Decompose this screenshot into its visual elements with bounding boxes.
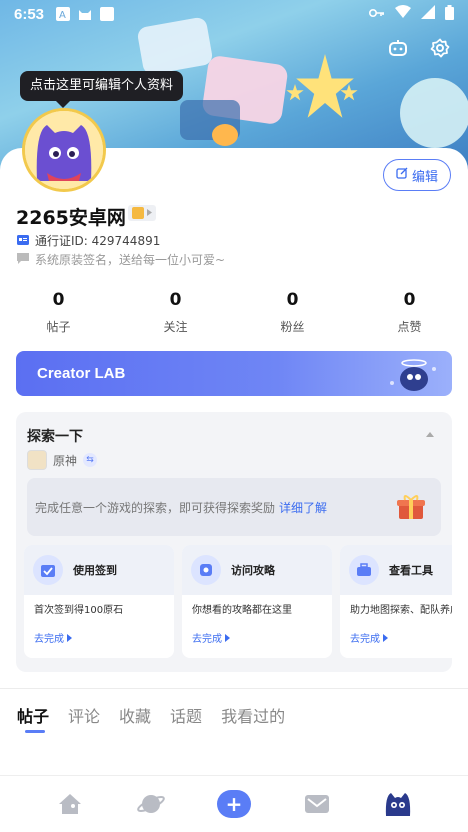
task-card-checkin[interactable]: 使用签到 首次签到得100原石 去完成 (24, 545, 174, 658)
status-time: 6:53 (14, 5, 45, 23)
task-header: 访问攻略 (182, 545, 332, 595)
toolbox-icon (349, 555, 379, 585)
banner-decoration (400, 78, 468, 148)
tab-favorites[interactable]: 收藏 (119, 703, 151, 727)
tab-history[interactable]: 我看过的 (221, 703, 285, 727)
task-header: 查看工具 (340, 545, 452, 595)
task-title: 查看工具 (389, 564, 433, 577)
stat-label: 粉丝 (280, 320, 305, 334)
message-icon[interactable] (302, 789, 332, 819)
task-desc: 你想看的攻略都在这里 (192, 605, 292, 616)
stat-value: 0 (169, 290, 182, 310)
tab-posts[interactable]: 帖子 (17, 703, 49, 733)
top-actions (386, 36, 452, 60)
learn-more-link[interactable]: 详细了解 (279, 499, 327, 516)
edit-button-label: 编辑 (411, 169, 438, 185)
home-icon[interactable] (55, 789, 85, 819)
stat-posts[interactable]: 0 帖子 (0, 290, 117, 335)
stat-label: 帖子 (46, 320, 71, 334)
task-go-link[interactable]: 去完成 (34, 630, 72, 645)
comment-icon (17, 252, 29, 267)
stat-value: 0 (403, 290, 416, 310)
task-desc: 助力地图探索、配队养成 (350, 605, 452, 616)
stats-row: 0 帖子 0 关注 0 粉丝 0 点赞 (0, 290, 468, 335)
font-app-icon: A (56, 7, 71, 21)
game-name: 原神 (53, 453, 78, 468)
hint-text: 完成任意一个游戏的探索，即可获得探索奖励 (35, 500, 276, 515)
stat-label: 关注 (163, 320, 188, 334)
calendar-check-icon (33, 555, 63, 585)
username: 2265安卓网 (16, 207, 126, 229)
task-header: 使用签到 (24, 545, 174, 595)
key-icon (368, 6, 385, 22)
stat-likes[interactable]: 0 点赞 (351, 290, 468, 335)
settings-icon[interactable] (428, 36, 452, 60)
banner-star (286, 84, 304, 101)
cat-app-icon (78, 7, 92, 21)
stat-followers[interactable]: 0 粉丝 (234, 290, 351, 335)
avatar[interactable] (22, 108, 106, 192)
edit-profile-tooltip[interactable]: 点击这里可编辑个人资料 (20, 71, 184, 108)
task-go-link[interactable]: 去完成 (192, 630, 230, 645)
signature: 系统原装签名，送给每一位小可爱~ (35, 253, 226, 267)
banner-star (296, 54, 354, 118)
explore-hint: 完成任意一个游戏的探索，即可获得探索奖励 详细了解 (27, 478, 441, 536)
task-title: 访问攻略 (231, 564, 275, 577)
collapse-icon[interactable] (426, 432, 434, 437)
wifi-icon (395, 5, 411, 23)
stat-label: 点赞 (397, 320, 422, 334)
guide-icon (191, 555, 221, 585)
badge-icon (132, 207, 144, 219)
task-action: 去完成 (192, 634, 222, 645)
robot-icon[interactable] (386, 36, 410, 60)
tab-topics[interactable]: 话题 (170, 703, 202, 727)
stat-following[interactable]: 0 关注 (117, 290, 234, 335)
task-desc: 首次签到得100原石 (34, 605, 124, 616)
mascot-icon (386, 357, 440, 393)
id-card-icon (17, 234, 29, 248)
task-action: 去完成 (350, 634, 380, 645)
gift-icon (397, 494, 425, 520)
divider (0, 688, 468, 689)
pass-id-row: 通行证ID: 429744891 (17, 232, 160, 249)
creator-lab-banner[interactable]: Creator LAB (16, 351, 452, 396)
edit-icon (396, 167, 408, 183)
plus-icon[interactable]: + (216, 790, 251, 818)
level-badge[interactable] (128, 205, 156, 221)
chevron-right-icon (67, 633, 72, 642)
game-selector[interactable]: 原神 ⇆ (27, 450, 98, 470)
tab-comments[interactable]: 评论 (68, 703, 100, 727)
task-card-tools[interactable]: 查看工具 助力地图探索、配队养成 去完成 (340, 545, 452, 658)
signature-row: 系统原装签名，送给每一位小可爱~ (17, 251, 225, 268)
svg-text:A: A (59, 10, 66, 21)
task-title: 使用签到 (73, 564, 117, 577)
task-go-link[interactable]: 去完成 (350, 630, 388, 645)
swap-icon[interactable]: ⇆ (83, 453, 98, 467)
square-app-icon (100, 7, 115, 21)
chevron-right-icon (225, 633, 230, 642)
profile-mascot-icon[interactable] (383, 789, 413, 819)
signal-icon (421, 5, 435, 23)
task-list: 使用签到 首次签到得100原石 去完成 访问攻略 你想看的攻略都在这里 去完成 (24, 545, 452, 658)
banner-character (212, 124, 238, 146)
explore-title: 探索一下 (27, 429, 83, 445)
pass-id: 通行证ID: 429744891 (35, 234, 161, 248)
status-bar: 6:53 A (0, 0, 468, 28)
content-tabs: 帖子 评论 收藏 话题 我看过的 (17, 703, 285, 733)
stat-value: 0 (52, 290, 65, 310)
bottom-nav: + (0, 775, 468, 832)
battery-icon (445, 4, 454, 24)
stat-value: 0 (286, 290, 299, 310)
game-avatar (27, 450, 47, 470)
chevron-right-icon (383, 633, 388, 642)
task-action: 去完成 (34, 634, 64, 645)
planet-icon[interactable] (136, 789, 166, 819)
task-card-guides[interactable]: 访问攻略 你想看的攻略都在这里 去完成 (182, 545, 332, 658)
chevron-right-icon (147, 208, 152, 219)
creator-lab-label: Creator LAB (37, 365, 126, 382)
explore-card: 探索一下 原神 ⇆ 完成任意一个游戏的探索，即可获得探索奖励 详细了解 使用签到… (16, 412, 452, 672)
edit-profile-button[interactable]: 编辑 (383, 159, 451, 191)
